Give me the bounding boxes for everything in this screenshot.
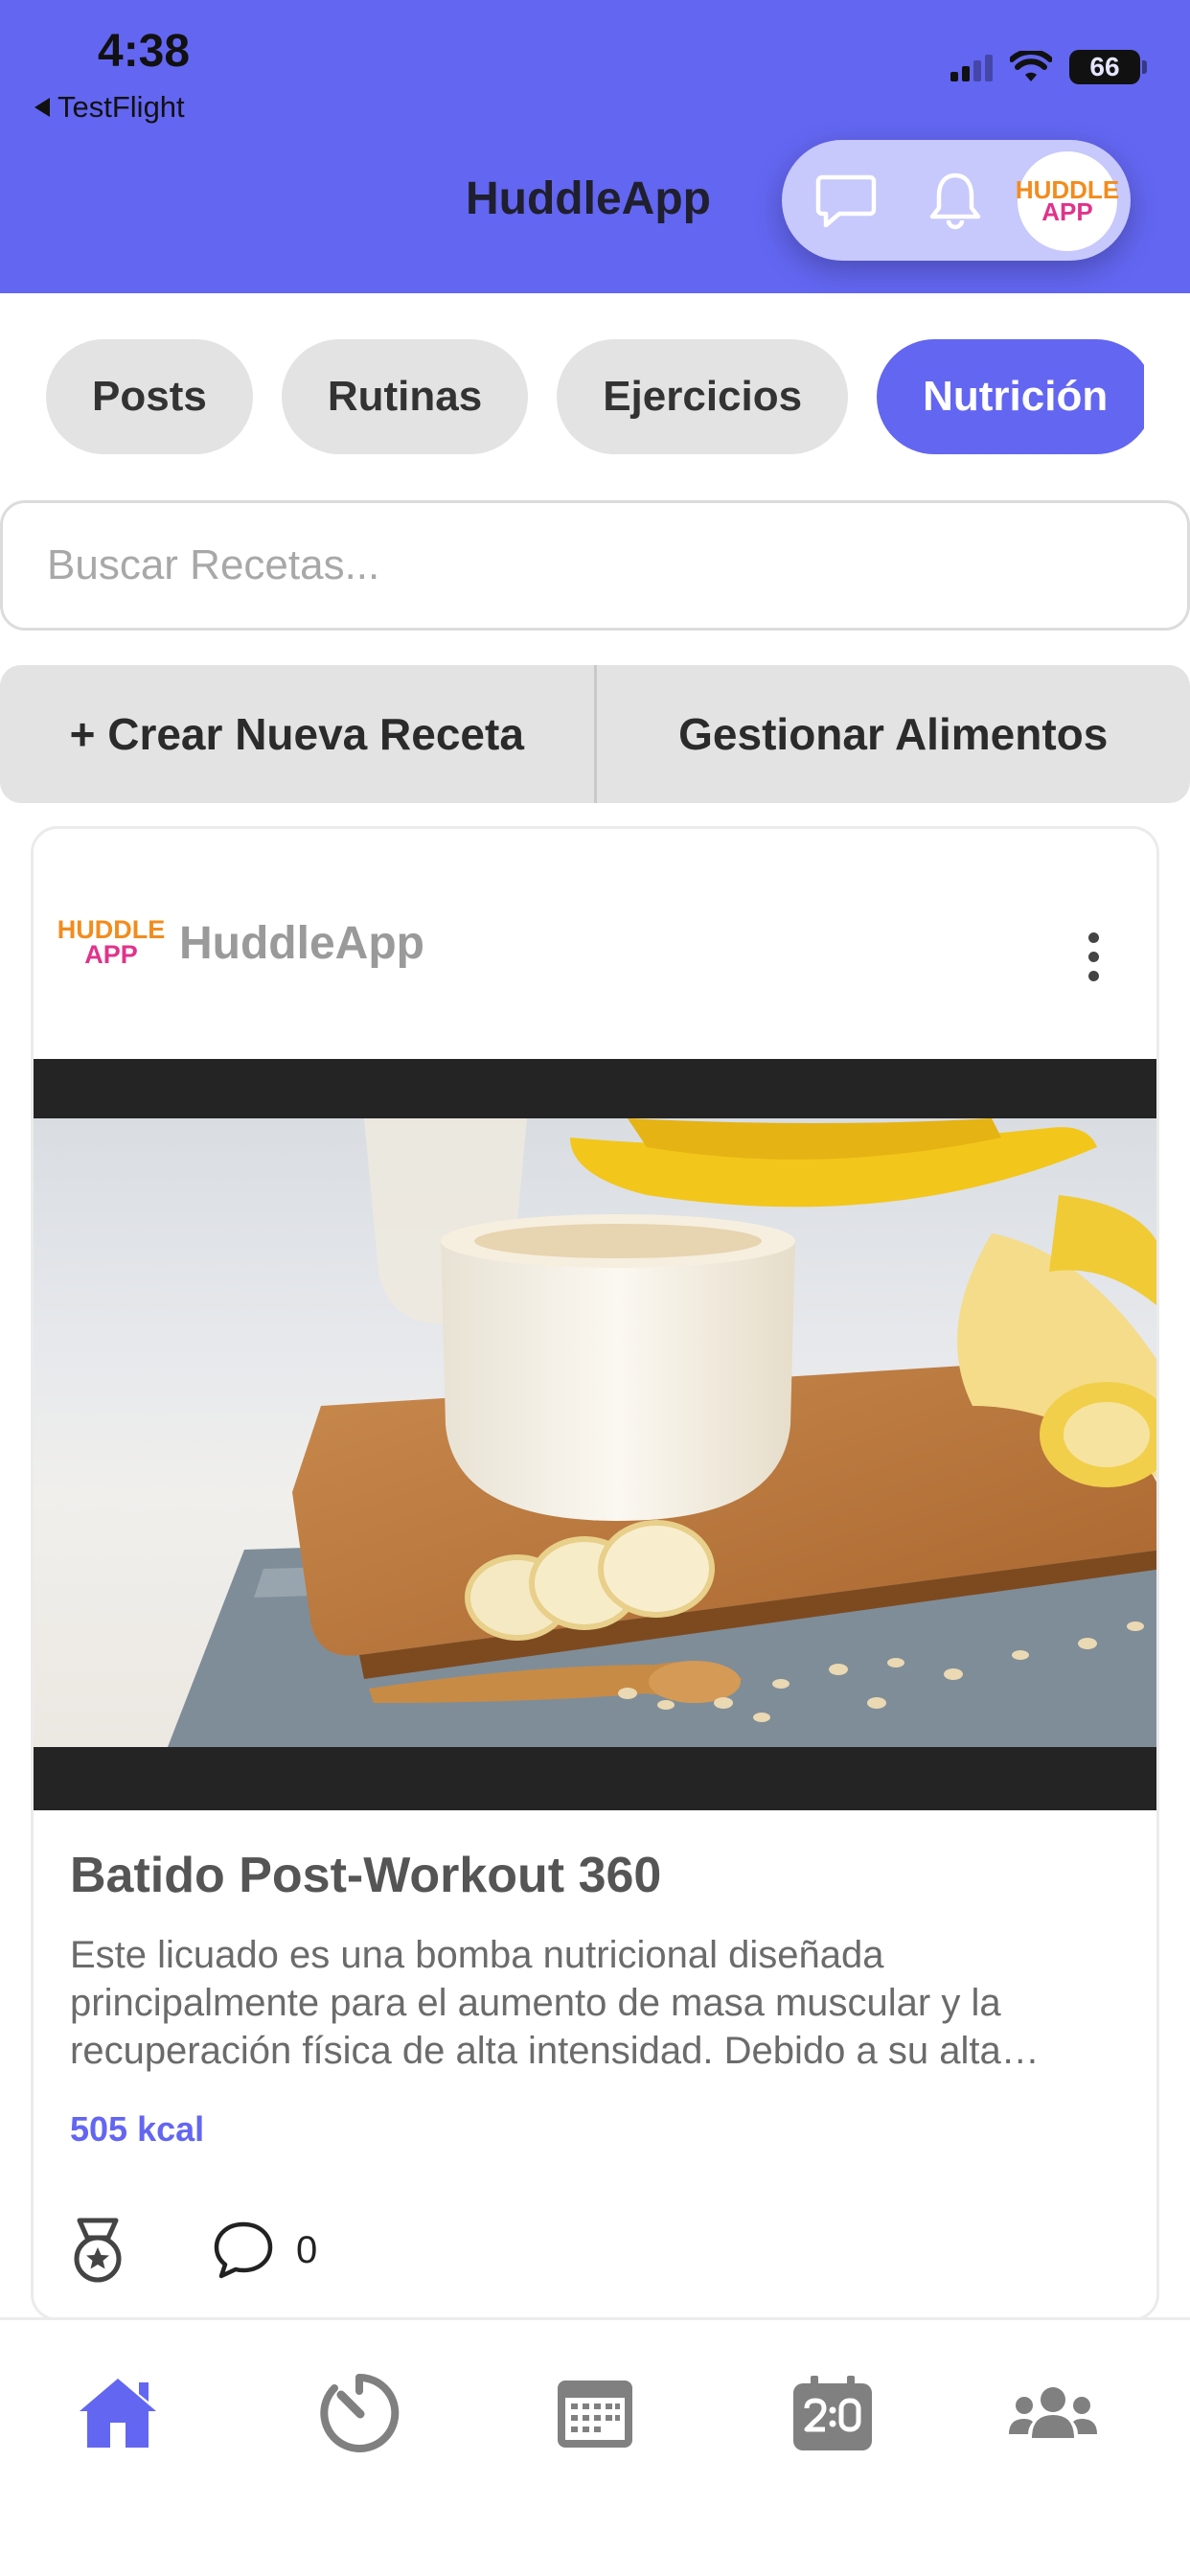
card-author[interactable]: HUDDLE APP HuddleApp — [57, 913, 424, 973]
timer-icon — [320, 2373, 400, 2452]
author-name: HuddleApp — [179, 917, 424, 969]
nav-community[interactable] — [1000, 2360, 1106, 2466]
search-recipes-input[interactable] — [3, 503, 1187, 628]
recipe-actions-bar: + Crear Nueva Receta Gestionar Alimentos — [0, 665, 1190, 803]
search-box — [0, 500, 1190, 631]
medal-icon[interactable] — [70, 2217, 126, 2284]
tab-nutricion[interactable]: Nutrición — [877, 339, 1144, 454]
tab-posts[interactable]: Posts — [46, 339, 253, 454]
author-logo: HUDDLE APP — [57, 913, 166, 973]
recipe-calories: 505 kcal — [70, 2109, 205, 2149]
calendar-icon — [558, 2380, 632, 2448]
app-header: 4:38 TestFlight 66 HuddleApp HUDDLE APP — [0, 0, 1190, 293]
back-to-testflight-link[interactable]: TestFlight — [34, 90, 185, 125]
author-logo-bottom: APP — [84, 940, 138, 969]
profile-avatar[interactable]: HUDDLE APP — [1016, 151, 1119, 251]
comment-icon[interactable] — [212, 2220, 275, 2281]
more-options-icon[interactable] — [1088, 932, 1099, 981]
recipe-media — [34, 1059, 1156, 1810]
recipe-description: Este licuado es una bomba nutricional di… — [70, 1934, 1040, 2072]
nav-calendar[interactable] — [542, 2360, 648, 2466]
nav-scoreboard[interactable] — [780, 2360, 885, 2466]
card-footer: 0 — [70, 2217, 317, 2284]
nav-home[interactable] — [65, 2360, 171, 2466]
battery-icon: 66 — [1069, 50, 1147, 84]
tab-ejercicios[interactable]: Ejercicios — [557, 339, 849, 454]
create-recipe-button[interactable]: + Crear Nueva Receta — [0, 665, 594, 803]
status-time: 4:38 — [98, 26, 191, 77]
comment-count: 0 — [296, 2228, 318, 2271]
home-icon — [80, 2379, 156, 2448]
wifi-icon — [1010, 51, 1052, 81]
chat-icon — [815, 174, 877, 228]
recipe-card[interactable]: HUDDLE APP HuddleApp Batido Post-Workout… — [31, 826, 1159, 2321]
status-icons: 66 — [950, 50, 1147, 84]
app-title: HuddleApp — [466, 173, 711, 224]
group-icon — [1009, 2387, 1097, 2438]
bell-icon — [929, 172, 981, 230]
avatar-logo-bottom: APP — [1041, 197, 1093, 226]
recipe-photo[interactable] — [34, 1118, 1156, 1747]
messages-button[interactable] — [812, 167, 880, 234]
bottom-navigation — [0, 2317, 1190, 2576]
recipe-title[interactable]: Batido Post-Workout 360 — [70, 1847, 661, 1904]
manage-foods-button[interactable]: Gestionar Alimentos — [597, 665, 1190, 803]
scoreboard-icon — [793, 2376, 872, 2450]
tab-rutinas[interactable]: Rutinas — [281, 339, 529, 454]
back-label: TestFlight — [57, 90, 185, 124]
nav-timer[interactable] — [307, 2360, 412, 2466]
back-arrow-icon — [34, 98, 50, 117]
notifications-button[interactable] — [922, 167, 989, 234]
header-actions: HUDDLE APP — [782, 140, 1131, 261]
signal-icon — [950, 53, 993, 81]
smoothie-illustration — [168, 1118, 1156, 1747]
tab-strip[interactable]: Posts Rutinas Ejercicios Nutrición — [0, 326, 1144, 470]
